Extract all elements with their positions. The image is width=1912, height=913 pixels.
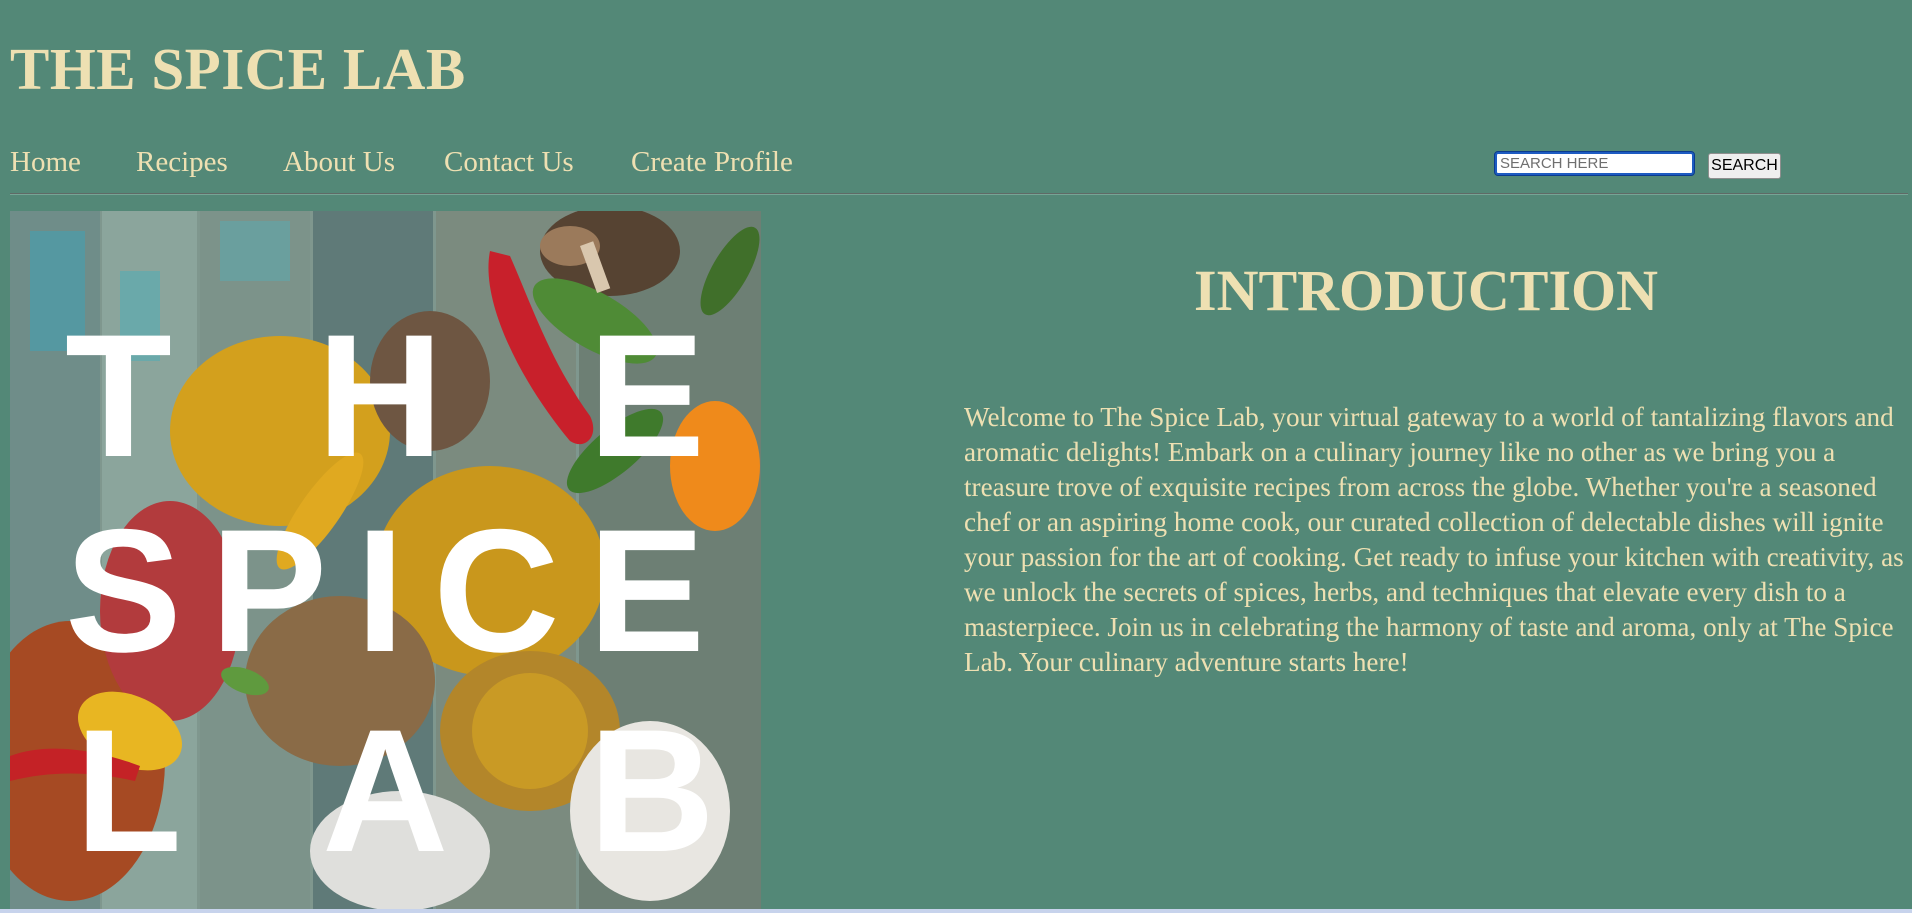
spice-lab-hero-image: THE SPICE LAB [10, 211, 761, 911]
search-input[interactable] [1494, 151, 1695, 176]
hero-image-text-the: THE [65, 299, 705, 494]
hero-image-text-spice: SPICE [65, 494, 705, 689]
nav-item-home[interactable]: Home [10, 144, 81, 180]
header-divider [10, 193, 1908, 195]
window-bottom-edge [0, 909, 1912, 913]
hero-image-text-lab: LAB [75, 694, 715, 889]
nav-item-create-profile[interactable]: Create Profile [631, 144, 793, 180]
search-button[interactable]: SEARCH [1708, 153, 1781, 179]
nav-item-recipes[interactable]: Recipes [136, 144, 228, 180]
nav-item-contact-us[interactable]: Contact Us [444, 144, 574, 180]
intro-heading: INTRODUCTION [1194, 258, 1659, 323]
main-nav: Home Recipes About Us Contact Us Create … [10, 144, 910, 180]
intro-paragraph: Welcome to The Spice Lab, your virtual g… [964, 402, 1904, 677]
site-title: THE SPICE LAB [10, 36, 466, 102]
nav-item-about-us[interactable]: About Us [283, 144, 395, 180]
